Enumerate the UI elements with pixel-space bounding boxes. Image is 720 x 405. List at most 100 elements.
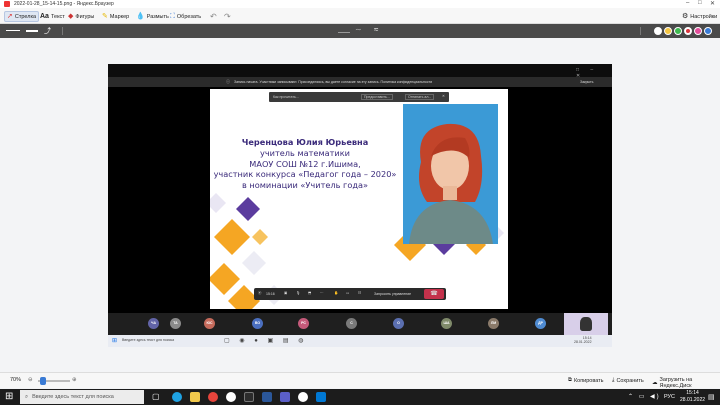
self-video [564,313,608,335]
participant-avatar[interactable]: ВО [252,318,263,329]
translation-button[interactable]: Отпинать ал... [405,94,435,100]
translation-close-icon[interactable]: ✕ [442,94,445,98]
maximize-icon[interactable]: □ [698,0,702,6]
self-video-person [580,317,592,331]
copy-button[interactable]: ⧉ Копировать [568,377,604,384]
tool-arrow-button[interactable]: ➚ Стрелка [4,11,40,22]
yandex-browser-icon[interactable] [298,392,308,402]
tool-blur-button[interactable]: 💧 Размыть [134,12,171,21]
arrow-icon: ➚ [7,13,13,20]
start-button[interactable]: ⊞ [5,391,13,402]
color-green-swatch[interactable] [674,27,682,35]
chat-icon[interactable]: ▭ [346,291,349,295]
recording-notice-text: Запись начата. Участники записывают. При… [234,80,433,84]
media-icon[interactable] [244,392,254,402]
end-call-button[interactable]: ☎ [424,289,444,299]
thin-arrow-option[interactable] [6,30,20,31]
gear-icon: ⚙ [682,13,689,20]
edge-icon[interactable] [172,392,182,402]
mic-icon[interactable]: 🎙 [296,291,300,295]
taskbar-search-input[interactable]: Введите здесь текст для поиска [32,394,114,400]
tool-arrow-label: Стрелка [14,13,37,20]
teams-window: □ – ✕ ⓘ Запись начата. Участники записыв… [108,64,612,347]
participant-avatar[interactable]: ДР [535,318,546,329]
word-icon[interactable] [262,392,272,402]
participant-avatar[interactable]: РС [298,318,309,329]
wave-option[interactable]: ∼ [355,25,362,34]
windows-taskbar: ⊞ ⌕ Введите здесь текст для поиска ▢ ⌃ ▭… [0,389,720,405]
inner-task-icons: ▢ ◉ ● ▣ ▤ ◍ [224,338,308,344]
participant-avatar[interactable]: ША [441,318,452,329]
translation-input[interactable]: Как прочитать... [273,95,299,99]
recording-dismiss-button[interactable]: Закрыть [580,80,593,84]
zoom-in-icon[interactable]: ⊕ [72,377,77,383]
tool-text-label: Текст [50,13,65,20]
participant-avatar[interactable]: С [346,318,357,329]
zoom-value: 70% [10,377,22,383]
color-white-swatch[interactable] [654,27,662,35]
save-button[interactable]: ⤓ Сохранить [612,377,644,384]
taskbar-search[interactable]: ⌕ Введите здесь текст для поиска [20,390,144,404]
participant-avatar[interactable]: ЮС [204,318,215,329]
share-icon[interactable]: ⬒ [308,291,311,295]
translation-dropdown[interactable]: Предоставить... [361,94,393,100]
clock[interactable]: 15:14 28.01.2022 [680,390,705,404]
participant-avatar[interactable]: О [393,318,404,329]
translation-bar: Как прочитать... Предоставить... Отпинат… [269,92,449,102]
minimize-icon[interactable]: – [686,0,689,6]
tray-icons: ⌃ ▭ ◀) [628,394,661,400]
app-icon [4,1,10,7]
redo-icon[interactable]: ↷ [222,12,233,21]
window-title: 2022-01-28_15-14-15.png - Яндекс.Браузер [14,1,114,7]
participant-avatar[interactable]: ТА [170,318,181,329]
windows-icon[interactable]: ⊞ [112,337,117,344]
color-blue-swatch[interactable] [704,27,712,35]
tool-shapes-button[interactable]: ◆ Фигуры [66,12,96,21]
color-red-swatch[interactable] [684,27,692,35]
participant-avatar[interactable]: ЧА [148,318,159,329]
yandex-icon[interactable] [226,392,236,402]
settings-button[interactable]: ⚙ Настройки [680,12,719,21]
more-icon[interactable]: ⦿ [258,291,262,296]
info-icon: ⓘ [226,79,230,84]
shadow-option[interactable] [338,27,350,33]
wave-bold-option[interactable]: ≈ [374,25,378,34]
more-options-icon[interactable]: ⋯ [320,291,324,295]
notifications-icon[interactable]: ▤ [708,393,715,401]
tool-text-button[interactable]: Aa Текст [38,12,67,21]
task-view-icon[interactable]: ▢ [152,392,160,401]
tool-crop-button[interactable]: ⛶ Обрезать [168,12,203,21]
upload-button[interactable]: ☁ Загрузить на Яндекс.Диск [652,377,720,389]
participants-icon[interactable]: ☷ [358,291,361,295]
photos-icon[interactable] [316,392,326,402]
close-icon[interactable]: ✕ [710,0,715,7]
marker-icon: ✎ [102,13,108,20]
camera-icon[interactable]: ▣ [284,291,287,295]
keyboard-language[interactable]: РУС [664,394,675,400]
teams-icon[interactable] [280,392,290,402]
tool-marker-button[interactable]: ✎ Маркер [100,12,131,21]
curved-arrow-option[interactable]: ⤴ [44,26,51,36]
separator [640,27,641,35]
inner-search-input[interactable]: Введите здесь текст для поиска [122,338,174,342]
color-pink-swatch[interactable] [694,27,702,35]
request-control-button[interactable]: Запросить управление [374,292,411,296]
copy-icon: ⧉ [568,377,572,383]
zoom-slider-handle[interactable] [40,377,46,385]
undo-icon[interactable]: ↶ [208,12,219,21]
shapes-icon: ◆ [68,13,74,20]
chrome-icon[interactable] [208,392,218,402]
meeting-timer: 15:16 [266,292,275,296]
cloud-upload-icon: ☁ [652,380,658,386]
save-label: Сохранить [616,377,644,384]
zoom-out-icon[interactable]: ⊖ [28,377,33,383]
participant-avatar[interactable]: ЛМ [488,318,499,329]
separator [62,27,63,35]
tool-options-bar: ⤴ ∼ ≈ [0,24,720,38]
file-explorer-icon[interactable] [190,392,200,402]
editor-bottom-bar: 70% ⊖ ⊕ ⧉ Копировать ⤓ Сохранить ☁ Загру… [0,372,720,389]
thick-arrow-option[interactable] [26,30,38,32]
raise-hand-icon[interactable]: ✋ [334,291,338,295]
color-yellow-swatch[interactable] [664,27,672,35]
shared-slide: Как прочитать... Предоставить... Отпинат… [210,89,508,309]
